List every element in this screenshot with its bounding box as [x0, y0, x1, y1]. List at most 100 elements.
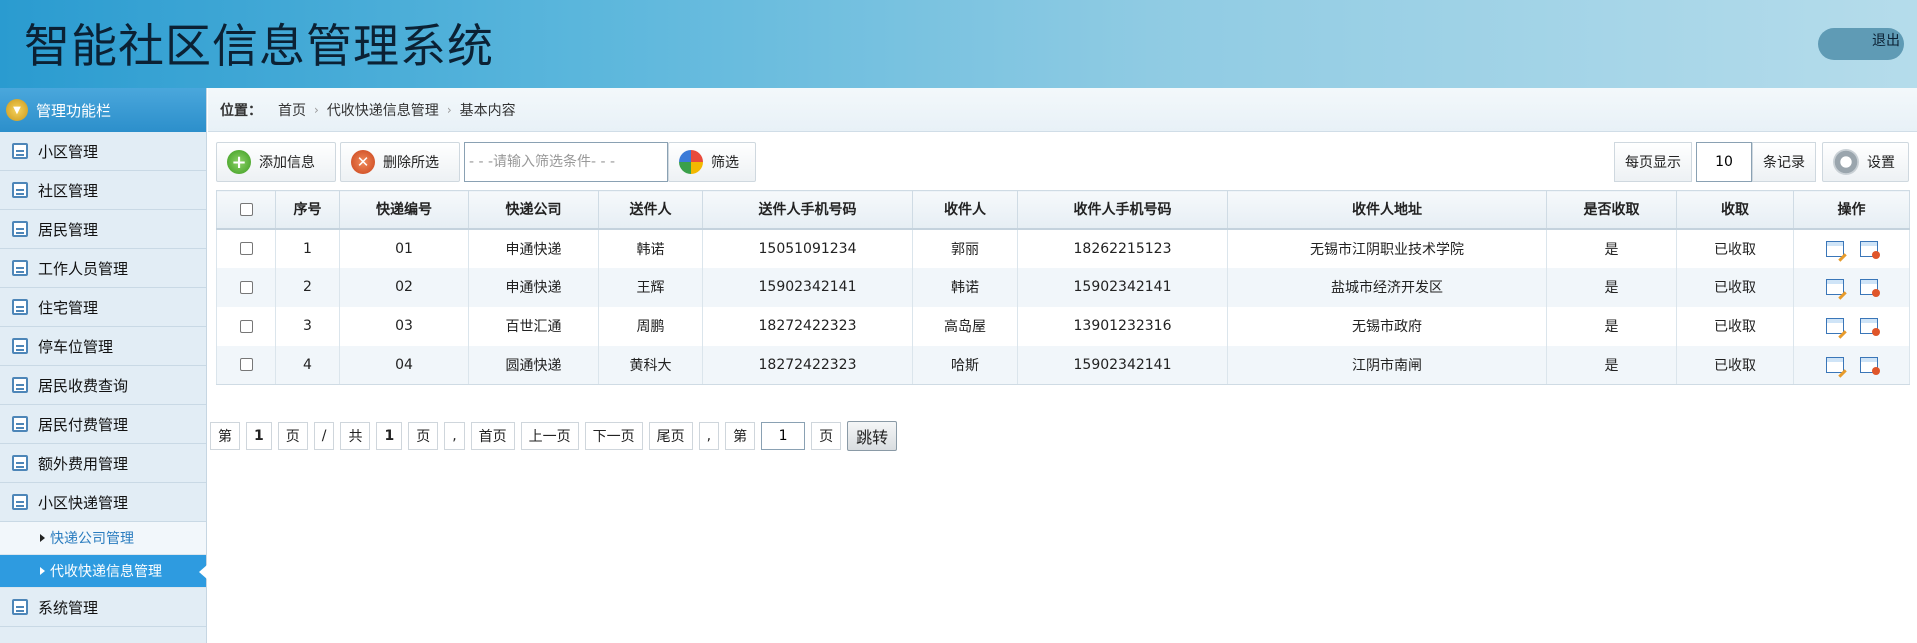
sidebar-item-neighborhood[interactable]: 社区管理	[0, 171, 206, 210]
chevron-down-icon: ▼	[6, 99, 28, 121]
plus-icon: +	[227, 150, 251, 174]
next-page-link[interactable]: 下一页	[584, 422, 643, 450]
checkbox-icon	[239, 202, 253, 216]
cell-address: 江阴市南闸	[1227, 345, 1547, 385]
cell-collected-status: 已收取	[1676, 345, 1794, 385]
sidebar-item-residents[interactable]: 居民管理	[0, 210, 206, 249]
cell-company: 申通快递	[468, 228, 599, 268]
cell-index: 3	[275, 306, 340, 346]
delete-icon: ✕	[351, 150, 375, 174]
breadcrumb-current: 基本内容	[459, 102, 516, 119]
cell-recipient-phone: 15902342141	[1017, 267, 1228, 307]
edit-icon[interactable]	[1825, 356, 1844, 373]
breadcrumb-prefix: 位置：	[220, 102, 262, 119]
last-page-link[interactable]: 尾页	[648, 422, 693, 450]
filter-button[interactable]: 筛选	[668, 142, 756, 182]
sidebar: ▼ 管理功能栏 小区管理 社区管理 居民管理 工作人员管理 住宅管理 停车位管理…	[0, 88, 207, 643]
column-header: 操作	[1793, 190, 1910, 230]
prev-page-link[interactable]: 上一页	[520, 422, 579, 450]
caret-right-icon	[40, 567, 45, 575]
delete-icon[interactable]	[1859, 318, 1880, 336]
filter-button-label: 筛选	[711, 155, 739, 171]
cell-sender: 黄科大	[598, 345, 703, 385]
sidebar-item-parking[interactable]: 停车位管理	[0, 327, 206, 366]
edit-icon	[12, 221, 28, 237]
breadcrumb-home[interactable]: 首页	[278, 100, 306, 120]
delete-icon[interactable]	[1859, 279, 1880, 297]
pager-text: /	[313, 422, 335, 450]
cell-recipient-phone: 18262215123	[1017, 228, 1228, 268]
sidebar-item-housing[interactable]: 住宅管理	[0, 288, 206, 327]
column-header: 快递编号	[339, 190, 469, 230]
edit-icon[interactable]	[1825, 318, 1844, 334]
jump-button[interactable]: 跳转	[847, 421, 898, 451]
cell-index: 1	[275, 228, 340, 268]
cell-express-no: 02	[339, 267, 469, 307]
sidebar-subitem-express-company[interactable]: 快递公司管理	[0, 522, 206, 555]
first-page-link[interactable]: 首页	[470, 422, 515, 450]
cell-recipient: 韩诺	[912, 267, 1018, 307]
sidebar-item-payment[interactable]: 居民付费管理	[0, 405, 206, 444]
sidebar-item-label: 小区快递管理	[38, 493, 129, 512]
delete-icon[interactable]	[1859, 240, 1880, 259]
cell-actions	[1793, 267, 1910, 307]
sidebar-item-system[interactable]: 系统管理	[0, 588, 206, 627]
sidebar-item-express[interactable]: 小区快递管理	[0, 483, 206, 522]
delete-selected-button[interactable]: ✕ 删除所选	[340, 142, 460, 182]
cell-actions	[1793, 228, 1910, 268]
sidebar-subitem-express-info[interactable]: 代收快递信息管理	[0, 555, 207, 588]
logout-label: 退出	[1872, 33, 1900, 49]
sidebar-header[interactable]: ▼ 管理功能栏	[0, 88, 206, 132]
pager-current-page: 1	[246, 422, 272, 450]
cell-actions	[1793, 345, 1910, 385]
calendar-icon	[12, 377, 28, 393]
filter-input[interactable]	[464, 142, 668, 182]
row-checkbox[interactable]	[216, 345, 276, 385]
add-button[interactable]: + 添加信息	[216, 142, 336, 182]
sidebar-item-fee-query[interactable]: 居民收费查询	[0, 366, 206, 405]
checkbox-icon	[239, 242, 253, 255]
cell-address: 盐城市经济开发区	[1227, 267, 1547, 307]
cell-address: 无锡市江阴职业技术学院	[1227, 228, 1547, 268]
app-title: 智能社区信息管理系统	[24, 19, 494, 73]
breadcrumb-section[interactable]: 代收快递信息管理	[327, 100, 439, 120]
jump-page-input[interactable]	[761, 422, 806, 450]
settings-button[interactable]: 设置	[1822, 142, 1909, 182]
select-all-checkbox[interactable]	[216, 190, 276, 230]
delete-icon[interactable]	[1859, 356, 1880, 375]
sidebar-item-label: 停车位管理	[38, 337, 114, 356]
sidebar-item-extra-fees[interactable]: 额外费用管理	[0, 444, 206, 483]
per-page-input[interactable]	[1696, 142, 1752, 182]
sidebar-item-community[interactable]: 小区管理	[0, 132, 206, 171]
per-page-label: 每页显示	[1614, 142, 1692, 182]
list-icon	[12, 143, 28, 159]
toolbar: + 添加信息 ✕ 删除所选 筛选 每页显示 条记录 设置	[216, 142, 1909, 182]
row-checkbox[interactable]	[216, 267, 276, 307]
edit-icon[interactable]	[1825, 240, 1844, 257]
cell-express-no: 03	[339, 306, 469, 346]
cell-collected-status: 已收取	[1676, 228, 1794, 268]
sidebar-subitem-label: 快递公司管理	[50, 531, 134, 547]
column-header: 收件人地址	[1227, 190, 1547, 230]
calendar-icon	[12, 299, 28, 315]
cell-sender: 王辉	[598, 267, 703, 307]
cell-index: 4	[275, 345, 340, 385]
sidebar-item-label: 住宅管理	[38, 298, 99, 317]
column-header: 送件人	[598, 190, 703, 230]
row-checkbox[interactable]	[216, 228, 276, 268]
calendar-icon	[12, 455, 28, 471]
sidebar-item-staff[interactable]: 工作人员管理	[0, 249, 206, 288]
sidebar-item-label: 居民管理	[38, 220, 99, 239]
cell-collected-flag: 是	[1546, 228, 1677, 268]
checkbox-icon	[239, 319, 253, 333]
column-header: 收件人	[912, 190, 1018, 230]
cell-company: 圆通快递	[468, 345, 599, 385]
express-table: 序号 快递编号 快递公司 送件人 送件人手机号码 收件人 收件人手机号码 收件人…	[216, 190, 1910, 385]
edit-icon[interactable]	[1825, 279, 1844, 295]
pager-text: ,	[444, 422, 465, 450]
logout-button[interactable]: 退出	[1818, 28, 1904, 60]
table-row: 4 04 圆通快递 黄科大 18272422323 哈斯 15902342141…	[216, 345, 1910, 385]
cell-index: 2	[275, 267, 340, 307]
cell-collected-status: 已收取	[1676, 267, 1794, 307]
row-checkbox[interactable]	[216, 306, 276, 346]
